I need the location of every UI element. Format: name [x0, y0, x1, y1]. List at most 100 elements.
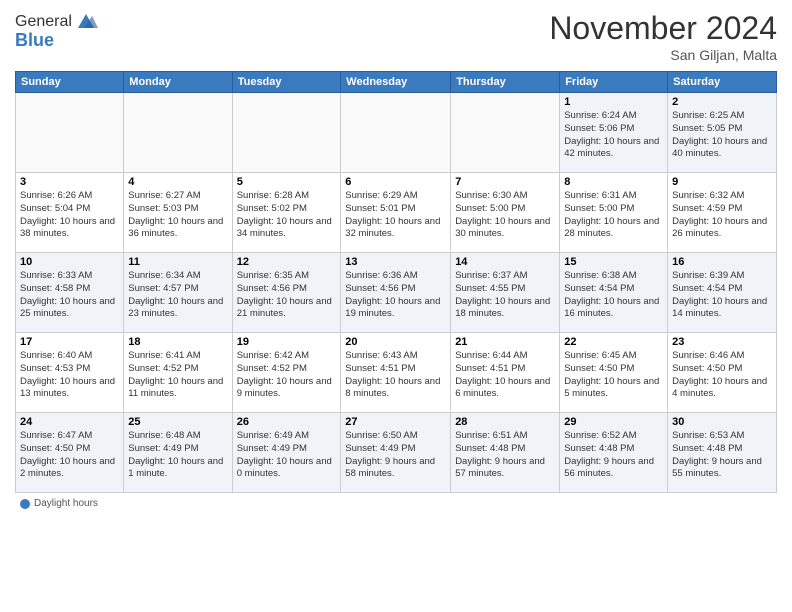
day-info: Sunrise: 6:38 AM Sunset: 4:54 PM Dayligh… [564, 270, 663, 321]
day-number: 3 [20, 176, 119, 188]
day-info: Sunrise: 6:27 AM Sunset: 5:03 PM Dayligh… [128, 190, 227, 241]
day-info: Sunrise: 6:26 AM Sunset: 5:04 PM Dayligh… [20, 190, 119, 241]
calendar-day-cell: 26Sunrise: 6:49 AM Sunset: 4:49 PM Dayli… [232, 413, 341, 493]
calendar-day-cell: 23Sunrise: 6:46 AM Sunset: 4:50 PM Dayli… [668, 333, 777, 413]
day-info: Sunrise: 6:25 AM Sunset: 5:05 PM Dayligh… [672, 110, 772, 161]
day-info: Sunrise: 6:34 AM Sunset: 4:57 PM Dayligh… [128, 270, 227, 321]
day-info: Sunrise: 6:33 AM Sunset: 4:58 PM Dayligh… [20, 270, 119, 321]
day-number: 30 [672, 416, 772, 428]
day-number: 27 [345, 416, 446, 428]
day-number: 8 [564, 176, 663, 188]
day-info: Sunrise: 6:52 AM Sunset: 4:48 PM Dayligh… [564, 430, 663, 481]
day-number: 24 [20, 416, 119, 428]
calendar-day-cell: 12 Sunrise: 6:35 AM Sunset: 4:56 PM Dayli… [232, 253, 341, 333]
calendar-week-row: 3 Sunrise: 6:26 AM Sunset: 5:04 PM Daylig… [16, 173, 777, 253]
calendar-day-cell: 5Sunrise: 6:28 AM Sunset: 5:02 PM Daylig… [232, 173, 341, 253]
weekday-header: Monday [124, 72, 232, 93]
day-info: Sunrise: 6:45 AM Sunset: 4:50 PM Dayligh… [564, 350, 663, 401]
day-number: 7 [455, 176, 555, 188]
calendar-day-cell: 8 Sunrise: 6:31 AM Sunset: 5:00 PM Daylig… [560, 173, 668, 253]
day-info: Sunrise: 6:31 AM Sunset: 5:00 PM Dayligh… [564, 190, 663, 241]
day-number: 2 [672, 96, 772, 108]
month-title: November 2024 [549, 10, 777, 47]
calendar-day-cell: 21Sunrise: 6:44 AM Sunset: 4:51 PM Dayli… [451, 333, 560, 413]
logo-general: General [15, 13, 72, 31]
legend-dot [20, 499, 30, 509]
weekday-header: Tuesday [232, 72, 341, 93]
day-info: Sunrise: 6:30 AM Sunset: 5:00 PM Dayligh… [455, 190, 555, 241]
day-info: Sunrise: 6:32 AM Sunset: 4:59 PM Dayligh… [672, 190, 772, 241]
legend-item: Daylight hours [20, 498, 98, 509]
day-info: Sunrise: 6:46 AM Sunset: 4:50 PM Dayligh… [672, 350, 772, 401]
day-info: Sunrise: 6:53 AM Sunset: 4:48 PM Dayligh… [672, 430, 772, 481]
weekday-header: Sunday [16, 72, 124, 93]
calendar-day-cell: 28 Sunrise: 6:51 AM Sunset: 4:48 PM Dayli… [451, 413, 560, 493]
calendar-day-cell: 4 Sunrise: 6:27 AM Sunset: 5:03 PM Daylig… [124, 173, 232, 253]
weekday-header: Friday [560, 72, 668, 93]
calendar: SundayMondayTuesdayWednesdayThursdayFrid… [15, 71, 777, 493]
day-info: Sunrise: 6:36 AM Sunset: 4:56 PM Dayligh… [345, 270, 446, 321]
day-number: 29 [564, 416, 663, 428]
day-number: 1 [564, 96, 663, 108]
day-number: 4 [128, 176, 227, 188]
calendar-day-cell: 9 Sunrise: 6:32 AM Sunset: 4:59 PM Daylig… [668, 173, 777, 253]
legend: Daylight hours [15, 498, 777, 509]
logo-icon [74, 10, 98, 34]
weekday-header: Thursday [451, 72, 560, 93]
day-number: 21 [455, 336, 555, 348]
day-number: 28 [455, 416, 555, 428]
calendar-day-cell: 25Sunrise: 6:48 AM Sunset: 4:49 PM Dayli… [124, 413, 232, 493]
calendar-day-cell [341, 93, 451, 173]
day-info: Sunrise: 6:28 AM Sunset: 5:02 PM Dayligh… [237, 190, 337, 241]
day-number: 14 [455, 256, 555, 268]
calendar-day-cell: 10 Sunrise: 6:33 AM Sunset: 4:58 PM Dayli… [16, 253, 124, 333]
calendar-day-cell: 18 Sunrise: 6:41 AM Sunset: 4:52 PM Dayli… [124, 333, 232, 413]
weekday-header: Wednesday [341, 72, 451, 93]
day-number: 18 [128, 336, 227, 348]
weekday-header: Saturday [668, 72, 777, 93]
calendar-day-cell [16, 93, 124, 173]
calendar-day-cell: 16 Sunrise: 6:39 AM Sunset: 4:54 PM Dayli… [668, 253, 777, 333]
calendar-day-cell: 13 Sunrise: 6:36 AM Sunset: 4:56 PM Dayli… [341, 253, 451, 333]
day-number: 12 [237, 256, 337, 268]
day-number: 9 [672, 176, 772, 188]
calendar-day-cell: 20 Sunrise: 6:43 AM Sunset: 4:51 PM Dayli… [341, 333, 451, 413]
day-number: 6 [345, 176, 446, 188]
calendar-day-cell: 1 Sunrise: 6:24 AM Sunset: 5:06 PM Daylig… [560, 93, 668, 173]
day-info: Sunrise: 6:43 AM Sunset: 4:51 PM Dayligh… [345, 350, 446, 401]
calendar-day-cell: 6 Sunrise: 6:29 AM Sunset: 5:01 PM Daylig… [341, 173, 451, 253]
day-number: 16 [672, 256, 772, 268]
day-info: Sunrise: 6:24 AM Sunset: 5:06 PM Dayligh… [564, 110, 663, 161]
day-info: Sunrise: 6:40 AM Sunset: 4:53 PM Dayligh… [20, 350, 119, 401]
day-info: Sunrise: 6:47 AM Sunset: 4:50 PM Dayligh… [20, 430, 119, 481]
day-number: 26 [237, 416, 337, 428]
calendar-week-row: 24 Sunrise: 6:47 AM Sunset: 4:50 PM Dayli… [16, 413, 777, 493]
calendar-day-cell: 19Sunrise: 6:42 AM Sunset: 4:52 PM Dayli… [232, 333, 341, 413]
day-info: Sunrise: 6:50 AM Sunset: 4:49 PM Dayligh… [345, 430, 446, 481]
calendar-day-cell [124, 93, 232, 173]
day-number: 25 [128, 416, 227, 428]
calendar-week-row: 10 Sunrise: 6:33 AM Sunset: 4:58 PM Dayli… [16, 253, 777, 333]
calendar-day-cell: 29 Sunrise: 6:52 AM Sunset: 4:48 PM Dayli… [560, 413, 668, 493]
page: General Blue November 2024 San Giljan, M… [0, 0, 792, 612]
day-number: 17 [20, 336, 119, 348]
day-number: 10 [20, 256, 119, 268]
day-info: Sunrise: 6:41 AM Sunset: 4:52 PM Dayligh… [128, 350, 227, 401]
day-info: Sunrise: 6:35 AM Sunset: 4:56 PM Dayligh… [237, 270, 337, 321]
legend-daylight-label: Daylight hours [34, 498, 98, 509]
day-number: 20 [345, 336, 446, 348]
day-info: Sunrise: 6:29 AM Sunset: 5:01 PM Dayligh… [345, 190, 446, 241]
calendar-day-cell: 15Sunrise: 6:38 AM Sunset: 4:54 PM Dayli… [560, 253, 668, 333]
calendar-day-cell: 24 Sunrise: 6:47 AM Sunset: 4:50 PM Dayli… [16, 413, 124, 493]
day-number: 13 [345, 256, 446, 268]
calendar-day-cell: 17 Sunrise: 6:40 AM Sunset: 4:53 PM Dayli… [16, 333, 124, 413]
calendar-header-row: SundayMondayTuesdayWednesdayThursdayFrid… [16, 72, 777, 93]
calendar-week-row: 17 Sunrise: 6:40 AM Sunset: 4:53 PM Dayli… [16, 333, 777, 413]
calendar-day-cell: 11Sunrise: 6:34 AM Sunset: 4:57 PM Dayli… [124, 253, 232, 333]
calendar-day-cell: 27 Sunrise: 6:50 AM Sunset: 4:49 PM Dayli… [341, 413, 451, 493]
calendar-week-row: 1 Sunrise: 6:24 AM Sunset: 5:06 PM Daylig… [16, 93, 777, 173]
day-info: Sunrise: 6:39 AM Sunset: 4:54 PM Dayligh… [672, 270, 772, 321]
day-info: Sunrise: 6:42 AM Sunset: 4:52 PM Dayligh… [237, 350, 337, 401]
calendar-day-cell: 22Sunrise: 6:45 AM Sunset: 4:50 PM Dayli… [560, 333, 668, 413]
day-info: Sunrise: 6:51 AM Sunset: 4:48 PM Dayligh… [455, 430, 555, 481]
